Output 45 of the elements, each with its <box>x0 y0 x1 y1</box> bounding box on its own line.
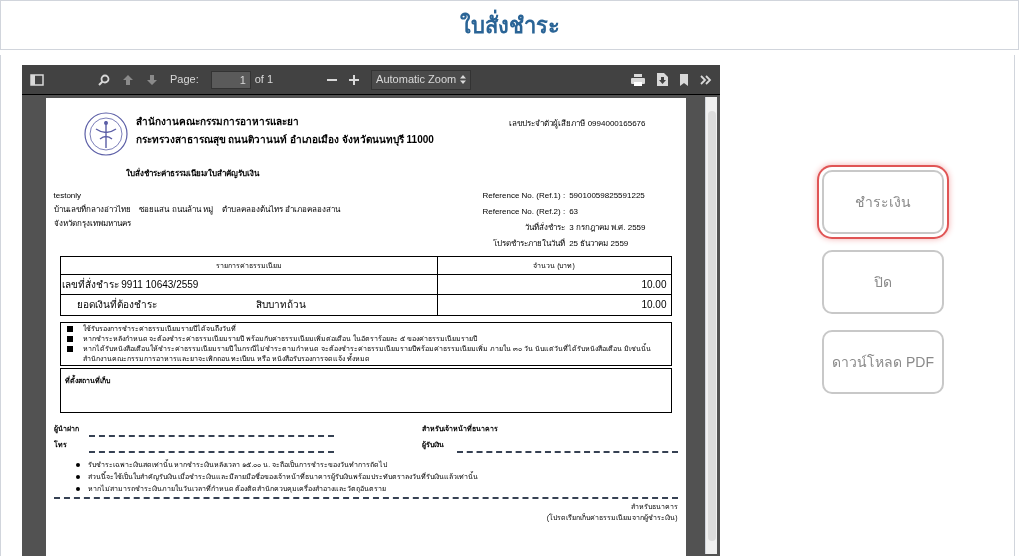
amount-in-words: สิบบาทถ้วน <box>255 298 306 312</box>
reference-value: 25 ธันวาคม 2559 <box>569 238 630 250</box>
action-button[interactable]: ดาวน์โหลด PDF <box>822 330 944 394</box>
bookmark-icon[interactable] <box>680 73 688 86</box>
page-title: ใบสั่งชำระ <box>459 8 560 42</box>
reference-label: Reference No. (Ref.2) : <box>482 206 566 218</box>
bullet-icon <box>75 475 80 479</box>
agency-address: กระทรวงสาธารณสุข ถนนติวานนท์ อำเภอเมือง จังหวัดนนทบุรี 11000 <box>135 134 434 146</box>
page-label: Page: <box>170 72 199 88</box>
zoom-select[interactable]: Automatic Zoom <box>371 69 472 90</box>
print-icon[interactable] <box>631 73 645 86</box>
chevrons-right-icon[interactable] <box>700 74 712 85</box>
action-button[interactable]: ปิด <box>822 250 944 314</box>
reference-label: โปรดชำระภายในวันที่ <box>492 238 566 250</box>
page-count: of 1 <box>254 72 274 88</box>
square-bullet-icon <box>66 336 73 342</box>
search-icon[interactable] <box>98 73 110 86</box>
agency-name: สำนักงานคณะกรรมการอาหารและยา <box>135 116 300 128</box>
table-cell-text: เลขที่สั่งชำระ 9911 10643/2559 <box>60 276 199 292</box>
form-title: ใบสั่งชำระค่าธรรมเนียม/ใบสำคัญรับเงิน <box>124 168 261 180</box>
emblem-logo-icon <box>83 112 128 156</box>
page-input[interactable]: 1 <box>210 70 251 89</box>
payer-address: จังหวัดกรุงเทพมหานคร <box>53 218 132 230</box>
updown-caret-icon <box>460 75 467 84</box>
total-label: ยอดเงินที่ต้องชำระ <box>75 296 158 312</box>
payer-name: testonly <box>53 190 83 202</box>
reference-label: วันที่สั่งชำระ <box>524 222 566 234</box>
payer-address: บ้านเลขที่กลางอ่าวไทย ซอยแสน ถนนล้าน หมู่ ตำบลคลองต้นไทร อำเภอคลองสาน <box>53 204 340 216</box>
arrow-up-icon[interactable] <box>122 73 134 86</box>
download-icon[interactable] <box>657 73 668 86</box>
reference-value: 3 กรกฎาคม พ.ศ. 2559 <box>569 222 646 234</box>
zoom-in-icon[interactable] <box>349 74 360 85</box>
tax-id: เลขประจำตัวผู้เสียภาษี 0994000165676 <box>509 118 647 130</box>
reference-label: Reference No. (Ref.1) : <box>482 190 566 202</box>
square-bullet-icon <box>66 326 73 332</box>
arrow-down-icon[interactable] <box>146 73 158 86</box>
table-cell-text: 10.00 <box>640 278 668 292</box>
bullet-icon <box>75 463 80 467</box>
reference-value: 59010059825591225 <box>569 190 646 202</box>
square-bullet-icon <box>66 346 73 352</box>
sidebar-toggle-icon[interactable] <box>30 73 44 86</box>
scrollbar[interactable] <box>705 97 717 554</box>
reference-value: 63 <box>569 206 580 218</box>
table-cell-text: 10.00 <box>640 298 668 312</box>
bullet-icon <box>75 487 80 491</box>
